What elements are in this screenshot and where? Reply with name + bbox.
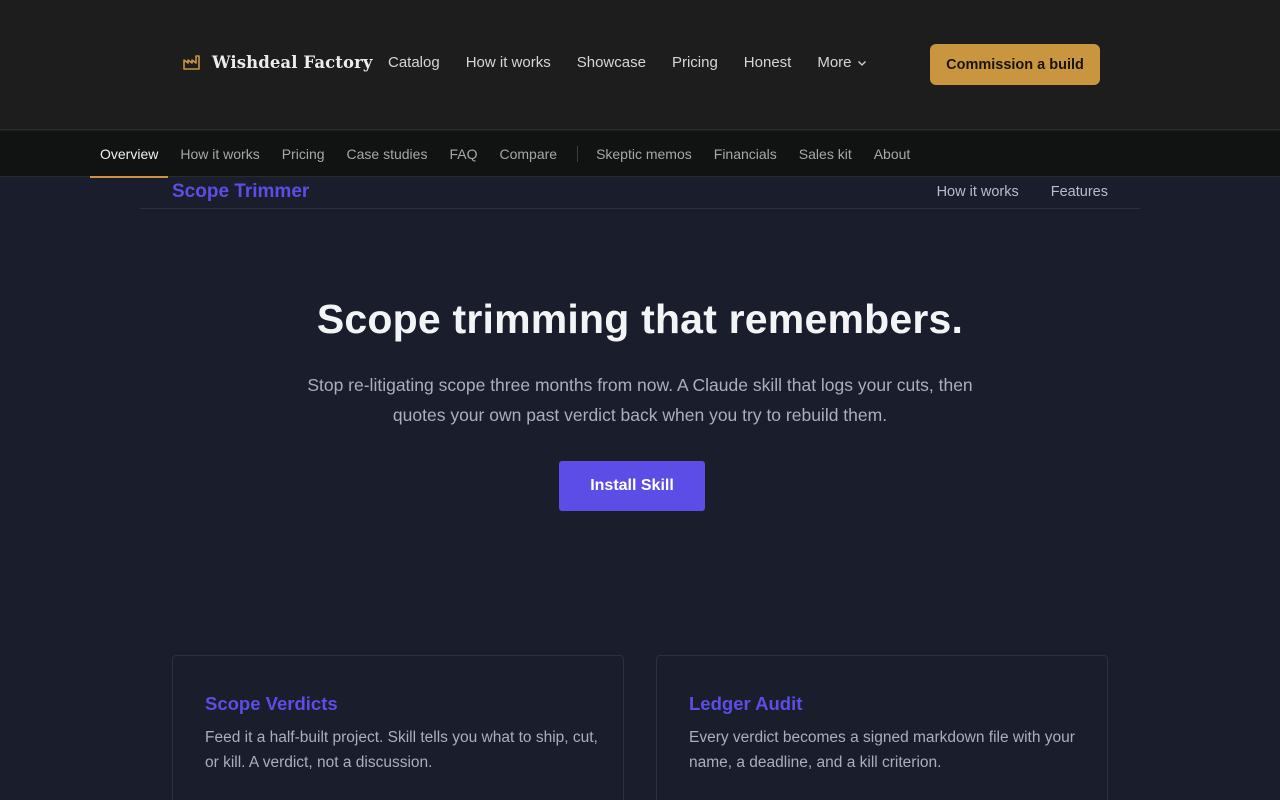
commission-build-button[interactable]: Commission a build [930,44,1100,85]
factory-icon [182,52,202,72]
card-text: Feed it a half-built project. Skill tell… [205,729,598,771]
nav-link-showcase[interactable]: Showcase [577,54,646,71]
card-title: Ledger Audit [689,693,803,714]
product-name-link[interactable]: Scope Trimmer [172,181,309,203]
top-header: Wishdeal Factory Catalog How it works Sh… [0,0,1280,130]
subnav-item-faq[interactable]: FAQ [439,131,487,177]
subnav-divider [577,146,579,162]
nav-more-label: More [817,54,852,71]
subnav-item-financials[interactable]: Financials [704,131,787,177]
nav-more-dropdown[interactable]: More [817,54,867,71]
subnav-item-sales-kit[interactable]: Sales kit [789,131,862,177]
card-title: Scope Verdicts [205,693,338,714]
brand-logo-link[interactable]: Wishdeal Factory [182,52,373,72]
chevron-down-icon [857,60,866,66]
subnav-item-overview[interactable]: Overview [90,131,169,178]
nav-link-catalog[interactable]: Catalog [388,54,440,71]
hero-subtitle: Stop re-litigating scope three months fr… [307,375,973,425]
install-skill-button[interactable]: Install Skill [559,461,705,511]
subnav-item-how-it-works[interactable]: How it works [170,131,269,177]
subnav-item-case-studies[interactable]: Case studies [337,131,438,177]
feature-card-ledger-audit: Ledger Audit Every verdict becomes a sig… [656,655,1108,800]
sub-nav: Overview How it works Pricing Case studi… [0,131,1280,178]
subnav-item-pricing[interactable]: Pricing [272,131,335,177]
product-link-features[interactable]: Features [1051,184,1108,200]
subnav-item-about[interactable]: About [864,131,921,177]
subnav-item-skeptic-memos[interactable]: Skeptic memos [586,131,702,177]
brand-name: Wishdeal Factory [212,52,373,72]
feature-card-scope-verdicts: Scope Verdicts Feed it a half-built proj… [172,655,624,800]
nav-link-pricing[interactable]: Pricing [672,54,718,71]
product-links: How it works Features [937,184,1108,200]
main-nav: Catalog How it works Showcase Pricing Ho… [388,54,894,71]
product-bar: Scope Trimmer How it works Features [140,177,1140,209]
nav-link-honest[interactable]: Honest [744,54,792,71]
nav-link-how-it-works[interactable]: How it works [466,54,551,71]
hero-title: Scope trimming that remembers. [316,296,964,342]
subnav-item-compare[interactable]: Compare [489,131,567,177]
card-text: Every verdict becomes a signed markdown … [689,729,1075,771]
product-link-how-it-works[interactable]: How it works [937,184,1019,200]
